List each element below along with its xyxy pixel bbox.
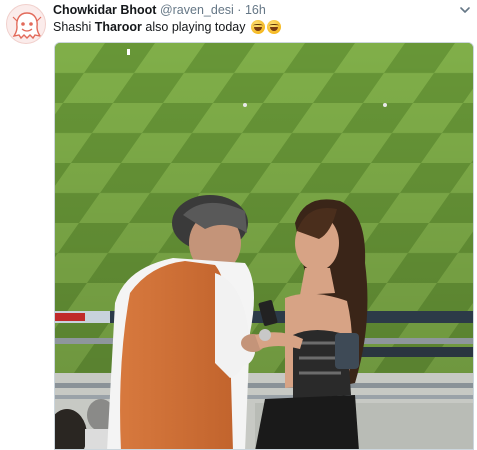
- author-name[interactable]: Chowkidar Bhoot: [53, 3, 156, 17]
- chevron-down-icon[interactable]: [459, 5, 471, 15]
- tweet-text-start: Shashi: [53, 20, 95, 34]
- tweet-text-bold: Tharoor: [94, 20, 142, 34]
- separator-dot: ·: [237, 3, 242, 17]
- tweet-photo[interactable]: [54, 42, 474, 450]
- tweet[interactable]: Chowkidar Bhoot @raven_desi · 16h Shashi…: [0, 0, 477, 450]
- grinning-squinting-face-icon: [250, 20, 265, 34]
- tweet-text: Shashi Tharoor also playing today: [53, 19, 281, 35]
- tweet-text-end: also playing today: [141, 20, 246, 34]
- stadium-photo: [55, 43, 473, 449]
- face-with-tears-of-joy-icon: [266, 20, 281, 34]
- avatar-ghost-icon: [12, 12, 42, 40]
- author-handle[interactable]: @raven_desi: [160, 3, 234, 17]
- tweet-header: Chowkidar Bhoot @raven_desi · 16h: [53, 3, 266, 18]
- avatar[interactable]: [6, 4, 46, 44]
- tweet-timestamp[interactable]: 16h: [245, 3, 266, 17]
